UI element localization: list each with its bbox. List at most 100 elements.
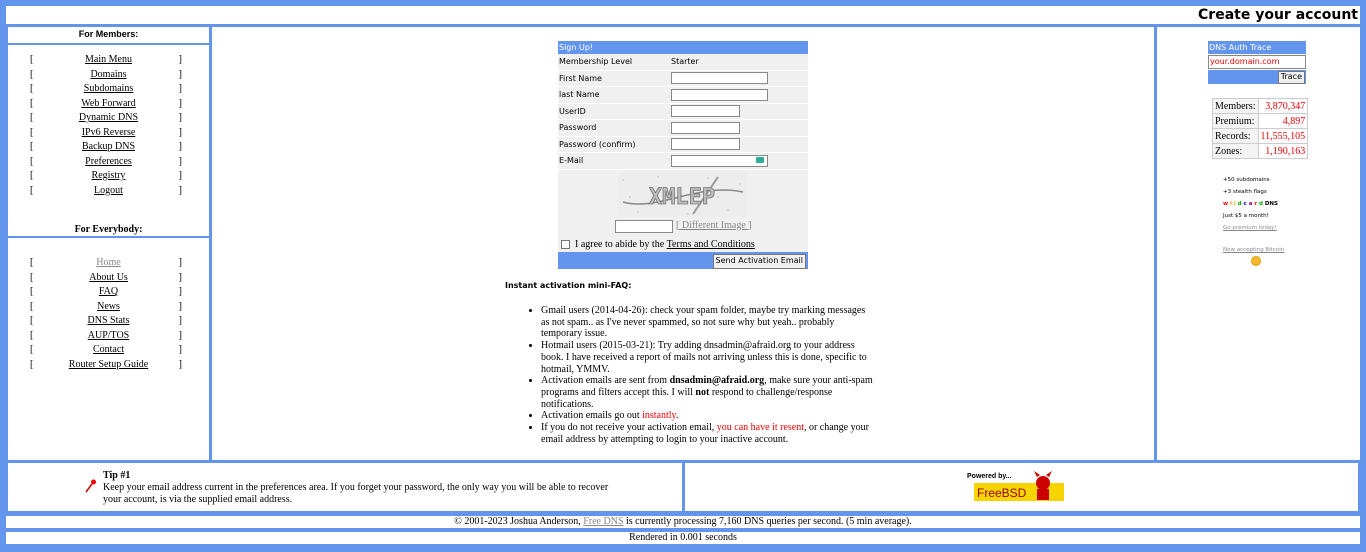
bitcoin-link[interactable]: Now accepting Bitcoin [1223,247,1284,253]
faq-emphasis: not [695,386,710,398]
send-row: Send Activation Email [558,251,808,269]
trace-bar: Trace [1208,70,1306,84]
first-name-row: First Name [558,70,808,87]
faq-item-instant: Activation emails go out instantly. [541,410,876,422]
wildcard-letter: w [1223,201,1229,207]
faq-title: Instant activation mini-FAQ: [505,281,632,290]
faq-text: . [675,410,679,422]
bracket: ] [178,344,182,355]
signup-form: Sign Up! Membership Level Starter First … [558,41,808,269]
stat-label: Premium: [1212,113,1259,129]
membership-row: Membership Level Starter [558,54,808,71]
tip-box: Tip #1 Keep your email address current i… [8,463,682,511]
stat-label: Zones: [1212,143,1259,159]
userid-row: UserID [558,103,808,120]
resend-link[interactable]: you can have it resent [717,422,804,433]
bracket: ] [178,315,182,326]
password-label: Password [559,123,597,133]
bracket: ] [178,286,182,297]
members-menu: [Main Menu][Domains][Subdomains][Web For… [8,45,209,198]
everybody-title: For Everybody: [74,224,143,235]
everybody-menu: [Home][About Us][FAQ][News][DNS Stats][A… [8,238,209,372]
terms-link[interactable]: Terms and Conditions [667,239,755,250]
bracket: ] [178,141,182,152]
email-label: E-Mail [559,156,584,166]
menu-row: [Registry] [8,169,209,184]
wildcard-letter: d [1237,201,1242,207]
membership-label: Membership Level [559,57,633,67]
password-row: Password [558,120,808,137]
password-field[interactable] [671,121,740,134]
bitcoin-icon [1251,256,1261,266]
agree-text: I agree to abide by the [575,238,665,250]
userid-field[interactable] [671,105,740,118]
captcha-image: XMLEP [618,171,746,217]
stat-label: Records: [1212,128,1259,144]
footer-rendered: Rendered in 0.001 seconds [6,532,1360,544]
wildcard-text: w i l d c a r d [1223,201,1265,207]
faq-item-resend: If you do not receive your activation em… [541,422,876,445]
last-name-label: last Name [559,90,600,100]
bracket: ] [178,170,182,181]
password-confirm-field[interactable] [671,138,740,151]
promo-line: DNS [1264,201,1278,207]
password-confirm-label: Password (confirm) [559,139,636,149]
faq-text: Activation emails go out [541,410,643,422]
menu-row: [FAQ] [8,285,209,300]
different-image-link[interactable]: [ Different Image ] [676,220,752,231]
menu-row: [Logout] [8,184,209,199]
bracket: ] [178,126,182,138]
userid-label: UserID [559,106,586,116]
agree-row: I agree to abide by the Terms and Condit… [558,236,808,252]
trace-title: DNS Auth Trace [1208,41,1306,54]
wildcard-line: w i l d c a r d DNS [1223,198,1278,210]
trace-button[interactable]: Trace [1277,71,1305,84]
pin-icon [85,479,96,493]
bracket: ] [178,97,182,109]
stat-value: 1,190,163 [1257,143,1309,159]
captcha-input[interactable] [615,219,673,233]
wildcard-letter: d [1258,201,1263,207]
bracket: ] [178,184,182,196]
right-sidebar: DNS Auth Trace your.domain.com Trace Mem… [1157,27,1360,460]
wildcard-letter: c [1243,201,1247,207]
promo-line: Just $5 a month! [1223,213,1269,219]
free-dns-link[interactable]: Free DNS [583,516,623,527]
last-name-field[interactable] [671,88,768,101]
email-field[interactable] [671,154,768,167]
promo-line: +3 stealth flags [1223,189,1267,195]
menu-row: [Domains] [8,68,209,83]
members-title: For Members: [78,29,139,39]
stat-value: 11,555,105 [1257,128,1309,144]
left-sidebar: For Members: [Main Menu][Domains][Subdom… [8,27,209,460]
freebsd-text: FreeBSD [977,486,1027,500]
stat-label: Members: [1212,98,1259,114]
trace-input[interactable]: your.domain.com [1208,55,1306,69]
first-name-label: First Name [559,73,602,83]
tip-title: Tip #1 [103,470,131,481]
bracket: ] [178,271,182,283]
agree-checkbox[interactable] [561,239,570,249]
menu-row: [Router Setup Guide] [8,358,209,373]
menu-row: [Main Menu] [8,53,209,68]
powered-by-box: Powered by... FreeBSD [685,463,1358,511]
menu-row: [Backup DNS] [8,140,209,155]
menu-row: [News] [8,300,209,315]
render-time: Rendered in 0.001 seconds [629,532,737,543]
stats-table: Members: 3,870,347 Premium: 4,897 Records:… [1212,98,1309,159]
send-activation-button[interactable]: Send Activation Email [712,253,806,269]
promo-line: +50 subdomains [1223,177,1270,183]
tip-text: Keep your email address current in the p… [103,482,609,505]
captcha-text: XMLEP [649,185,715,210]
email-row: E-Mail [558,153,808,170]
menu-row: [Contact] [8,343,209,358]
menu-row: [IPv6 Reverse] [8,126,209,141]
bracket: ] [178,329,182,341]
bracket: ] [178,358,182,370]
first-name-field[interactable] [671,72,768,85]
go-premium-link[interactable]: Go premium today! [1223,225,1277,231]
footer-text: is currently processing 7,160 DNS querie… [623,516,912,527]
bracket: ] [178,68,182,80]
footer-copyright: © 2001-2023 Joshua Anderson, Free DNS is… [6,516,1360,528]
faq-item-hotmail: Hotmail users (2015-03-21): Try adding d… [541,340,876,375]
